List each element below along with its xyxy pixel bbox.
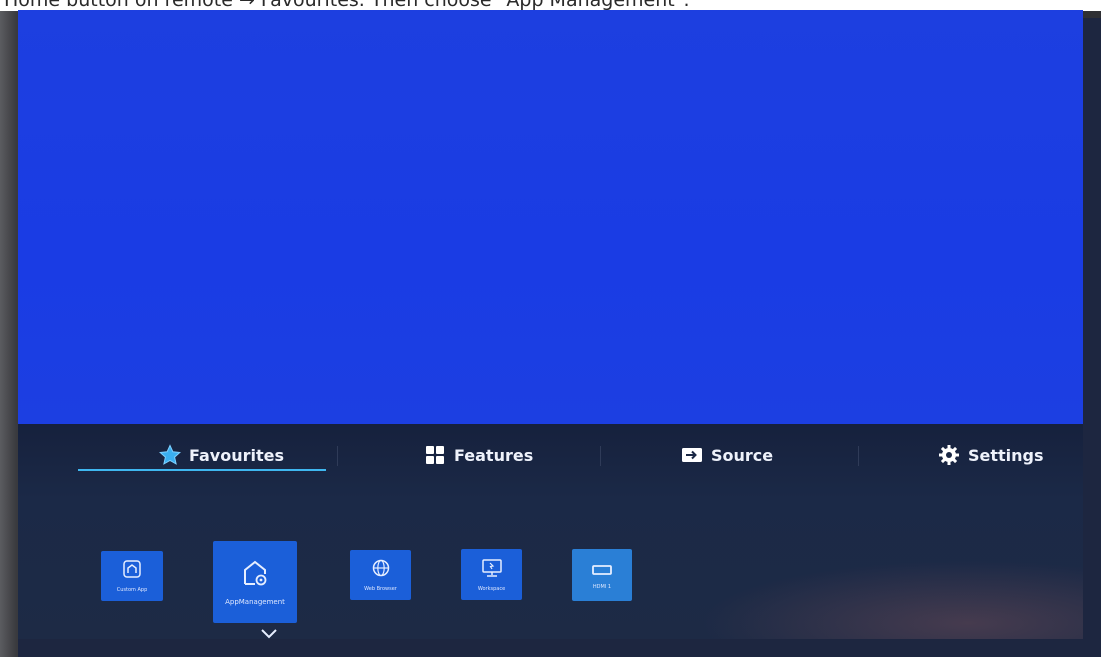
tab-settings[interactable]: Settings <box>938 432 1044 478</box>
tab-divider <box>337 446 338 466</box>
screen-reflection <box>700 560 1083 639</box>
globe-icon <box>371 558 391 582</box>
app-tile-workspace[interactable]: Workspace <box>461 549 522 600</box>
tab-favourites[interactable]: Favourites <box>159 432 284 478</box>
tab-selected-indicator <box>78 469 326 471</box>
home-app-icon <box>122 559 142 583</box>
app-tile-hdmi-1[interactable]: HDMI 1 <box>572 549 632 601</box>
grid-icon <box>424 444 446 466</box>
tab-label-favourites: Favourites <box>189 445 284 465</box>
input-source-icon <box>681 444 703 466</box>
tab-source[interactable]: Source <box>681 432 773 478</box>
app-tile-app-management[interactable]: AppManagement <box>213 541 297 623</box>
monitor-icon <box>481 558 503 582</box>
tab-label-settings: Settings <box>968 445 1044 465</box>
tab-divider <box>858 446 859 466</box>
tab-divider <box>600 446 601 466</box>
app-label: AppManagement <box>225 598 285 606</box>
app-tile-web-browser[interactable]: Web Browser <box>350 550 411 600</box>
home-gear-icon <box>240 558 270 592</box>
tab-label-source: Source <box>711 445 774 465</box>
app-label: Custom App <box>116 587 148 593</box>
app-label: Web Browser <box>364 586 397 592</box>
app-label: HDMI 1 <box>592 583 612 590</box>
chevron-down-icon <box>261 629 277 639</box>
tab-features[interactable]: Features <box>424 432 533 478</box>
app-tile-custom-app[interactable]: Custom App <box>101 551 163 601</box>
tab-label-features: Features <box>454 445 534 465</box>
star-icon <box>159 444 181 466</box>
hdmi-icon <box>591 561 613 580</box>
blank-content-area <box>18 10 1083 424</box>
gear-icon <box>938 444 960 466</box>
app-label: Workspace <box>477 585 506 592</box>
